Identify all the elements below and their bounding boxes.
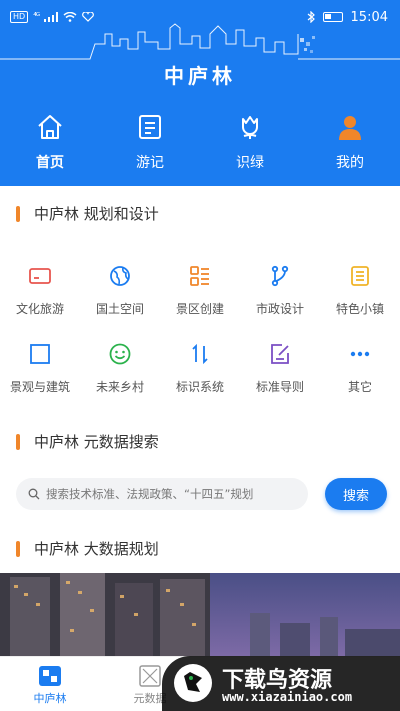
watermark-url: www.xiazainiao.com: [222, 690, 353, 704]
search-button[interactable]: 搜索: [325, 478, 387, 510]
section-title-search: 中庐林 元数据搜索: [16, 431, 159, 452]
grid-item-featured-town[interactable]: 特色小镇: [320, 264, 400, 342]
grid-item-other[interactable]: 其它: [320, 342, 400, 420]
top-nav-label: 首页: [36, 155, 64, 171]
top-nav-home[interactable]: 首页: [0, 112, 100, 172]
planning-grid: 文化旅游 国土空间 景区创建 市政设计 特色小镇 景观与建筑 未来乡村 标识系统…: [0, 264, 400, 420]
home-icon: [38, 115, 62, 139]
grid-item-landscape-architecture[interactable]: 景观与建筑: [0, 342, 80, 420]
top-nav-notes[interactable]: 游记: [100, 112, 200, 172]
grid-item-label: 特色小镇: [335, 302, 384, 316]
grid-item-label: 标准导则: [255, 380, 304, 394]
app-title: 中庐林: [164, 64, 236, 88]
app-logo-icon: [39, 666, 61, 686]
grid-item-label: 景区创建: [175, 302, 224, 316]
grid-item-label: 其它: [347, 380, 372, 394]
section-accent-bar: [16, 433, 20, 450]
grid-item-label: 市政设计: [255, 302, 304, 316]
top-nav-label: 识绿: [236, 155, 264, 171]
globe-icon: [110, 266, 130, 286]
section-title-text: 中庐林 规划和设计: [34, 205, 159, 223]
section-accent-bar: [16, 205, 20, 222]
grid-item-scenic-creation[interactable]: 景区创建: [160, 264, 240, 342]
bottom-nav-home[interactable]: 中庐林: [0, 657, 100, 711]
app-header: HD ⁴ᴳ 15:04 中庐林 首页 游记 识绿 我的: [0, 0, 400, 186]
search-icon: [28, 488, 40, 500]
tulip-icon: [242, 116, 258, 139]
more-icon: [350, 351, 370, 357]
top-nav-label: 我的: [336, 155, 364, 171]
edit-icon: [271, 344, 289, 364]
grid-item-label: 文化旅游: [15, 302, 64, 316]
card-icon: [29, 268, 51, 284]
top-nav-plants[interactable]: 识绿: [200, 112, 300, 172]
grid-item-culture-tourism[interactable]: 文化旅游: [0, 264, 80, 342]
grid-item-label: 景观与建筑: [9, 380, 70, 394]
smile-icon: [109, 343, 131, 365]
search-input[interactable]: [46, 487, 306, 501]
city-banner-image[interactable]: [0, 573, 400, 656]
list-grid-icon: [190, 266, 209, 286]
top-nav-profile[interactable]: 我的: [300, 112, 400, 172]
search-box[interactable]: [16, 478, 308, 510]
bird-logo-icon: [174, 664, 212, 702]
section-title-bigdata: 中庐林 大数据规划: [16, 538, 159, 559]
branch-icon: [271, 265, 289, 287]
section-title-text: 中庐林 大数据规划: [34, 540, 159, 558]
network-icon: [139, 665, 161, 687]
grid-item-label: 标识系统: [175, 380, 224, 394]
watermark: 下载鸟资源 www.xiazainiao.com: [162, 656, 400, 711]
grid-item-signage-system[interactable]: 标识系统: [160, 342, 240, 420]
bottom-nav-label: 中庐林: [33, 692, 67, 705]
top-nav-label: 游记: [136, 155, 164, 171]
section-title-text: 中庐林 元数据搜索: [34, 433, 159, 451]
user-icon: [339, 116, 361, 140]
grid-item-label: 未来乡村: [95, 380, 144, 394]
notes-icon: [139, 115, 161, 139]
grid-item-future-village[interactable]: 未来乡村: [80, 342, 160, 420]
section-title-planning: 中庐林 规划和设计: [16, 203, 159, 224]
grid-item-municipal-design[interactable]: 市政设计: [240, 264, 320, 342]
grid-item-label: 国土空间: [95, 302, 144, 316]
document-icon: [351, 266, 369, 286]
arrows-icon: [192, 343, 208, 365]
top-nav: 首页 游记 识绿 我的: [0, 112, 400, 172]
grid-item-standard-guidelines[interactable]: 标准导则: [240, 342, 320, 420]
section-accent-bar: [16, 540, 20, 557]
grid-item-land-space[interactable]: 国土空间: [80, 264, 160, 342]
square-icon: [30, 344, 50, 364]
